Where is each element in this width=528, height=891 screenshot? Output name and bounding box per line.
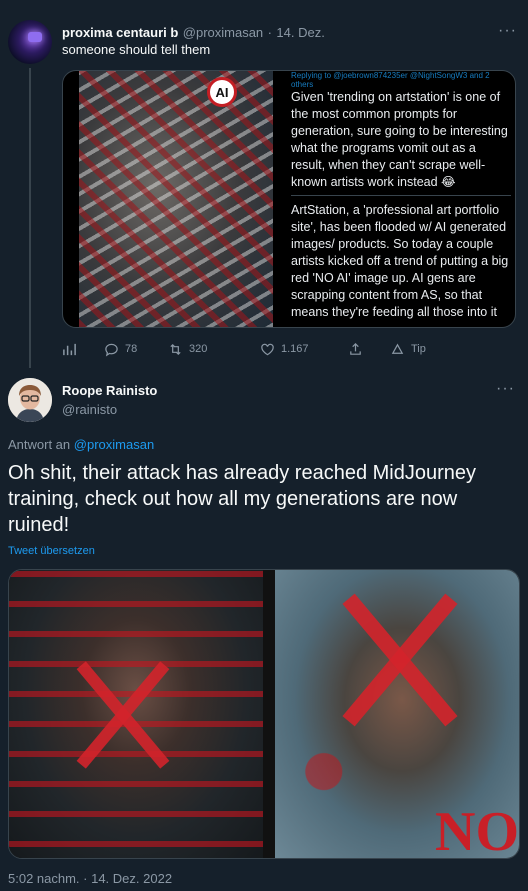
quoted-reply-line: Replying to @joebrown874235er @NightSong… [291,71,490,89]
reply-button[interactable]: 78 [104,342,168,357]
tip-label: Tip [411,343,426,355]
heart-icon [261,343,274,355]
reply-count: 78 [125,343,138,355]
display-name[interactable]: Roope Rainisto [62,383,157,398]
handle[interactable]: @proximasan [183,25,263,40]
tweet-timestamp[interactable]: 5:02 nachm. · 14. Dez. 2022 [8,871,172,886]
avatar-glow [28,32,42,42]
quoted-media[interactable]: AI Replying to @joebrown874235er @NightS… [62,70,516,328]
tip-button[interactable]: Tip [390,342,426,357]
handle[interactable]: @rainisto [62,402,117,417]
tweet-date[interactable]: 14. Dez. [276,25,324,40]
avatar-portrait [8,378,52,422]
no-overlay-text: NO [435,801,519,859]
red-x-overlay [330,590,470,730]
share-button[interactable] [348,342,390,357]
tweet-text: Oh shit, their attack has already reache… [8,462,477,536]
reply-prefix: Antwort an [8,437,71,452]
like-count: 1.167 [281,343,309,355]
generated-image-1[interactable] [9,570,263,858]
generated-image-2[interactable]: NO [275,570,519,858]
separator: · [267,25,272,40]
reply-context: Antwort an @proximasan [8,437,154,452]
retweet-count: 320 [189,343,208,355]
no-ai-collage-image: AI [79,71,273,327]
tweet-header: proxima centauri b @proximasan · 14. Dez… [62,24,325,42]
display-name[interactable]: proxima centauri b [62,25,178,40]
quoted-text: Replying to @joebrown874235er @NightSong… [291,71,511,321]
quoted-paragraph: Given 'trending on artstation' is one of… [291,90,508,189]
share-icon [350,342,361,355]
retweet-icon [170,343,181,355]
tip-icon [391,343,404,354]
avatar[interactable] [8,20,52,64]
red-x-overlay [69,660,179,770]
retweet-button[interactable]: 320 [168,342,260,357]
avatar[interactable] [8,378,52,422]
thread-line [29,68,31,368]
no-ai-badge: AI [207,77,237,107]
reply-to-link[interactable]: @proximasan [74,437,154,452]
analytics-button[interactable] [62,342,104,357]
reply-icon [105,343,118,356]
analytics-icon [63,343,76,355]
translate-tweet-link[interactable]: Tweet übersetzen [8,545,95,557]
more-options-button[interactable]: ··· [496,380,515,398]
more-options-button[interactable]: ··· [498,22,517,40]
tweet-text: someone should tell them [62,42,211,57]
quoted-paragraph: ArtStation, a 'professional art portfoli… [291,203,509,319]
tweet-media[interactable]: NO [8,569,520,859]
tweet-actions: 78 320 1.167 Tip [62,340,452,358]
like-button[interactable]: 1.167 [260,342,348,357]
